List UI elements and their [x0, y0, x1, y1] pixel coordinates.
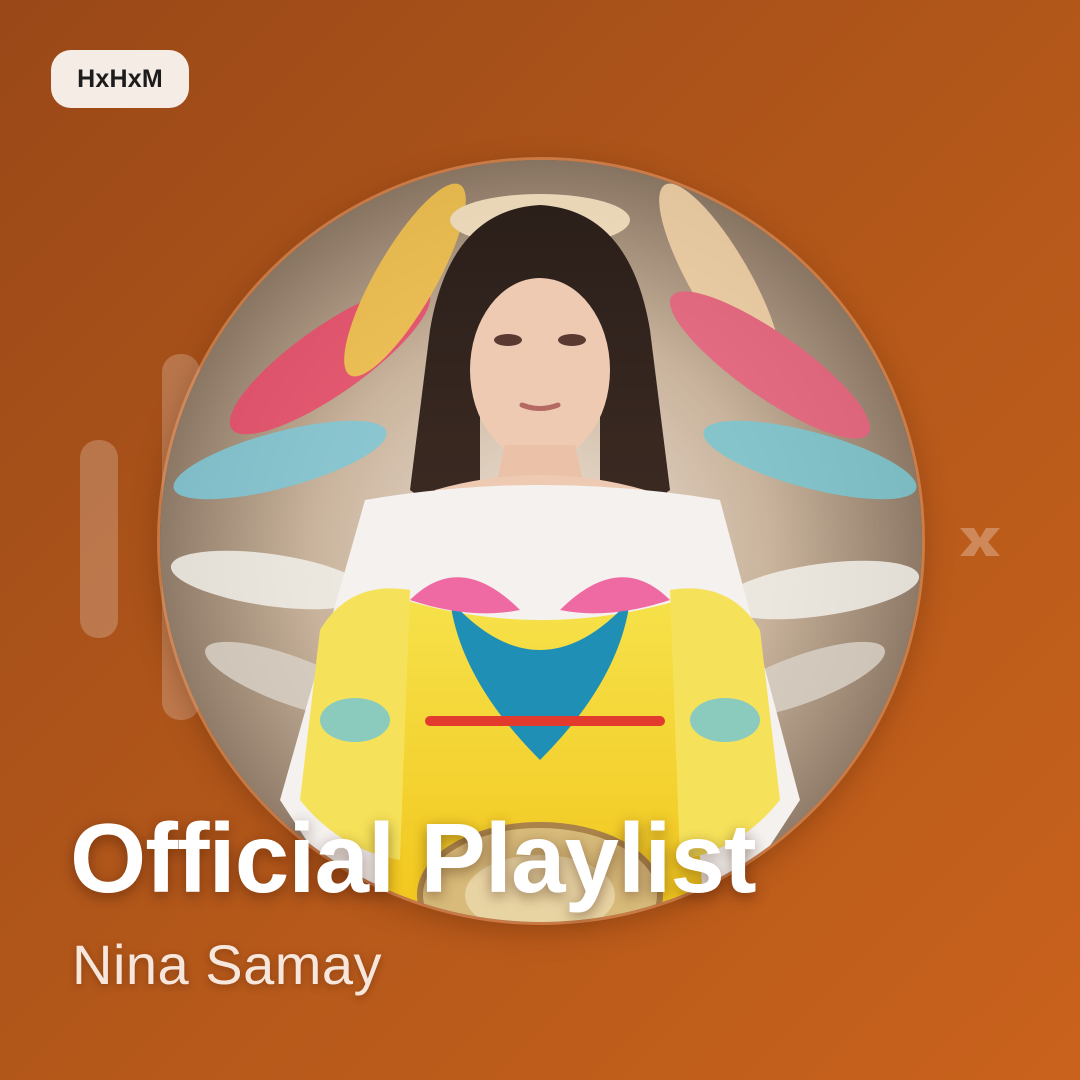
- decorative-bar-short: [80, 440, 118, 638]
- brand-badge-label: HxHxM: [77, 64, 163, 93]
- artist-name: Nina Samay: [72, 933, 383, 996]
- brand-mark-icon: [960, 528, 1000, 556]
- playlist-title: Official Playlist: [70, 803, 757, 913]
- brand-badge: HxHxM: [51, 50, 189, 108]
